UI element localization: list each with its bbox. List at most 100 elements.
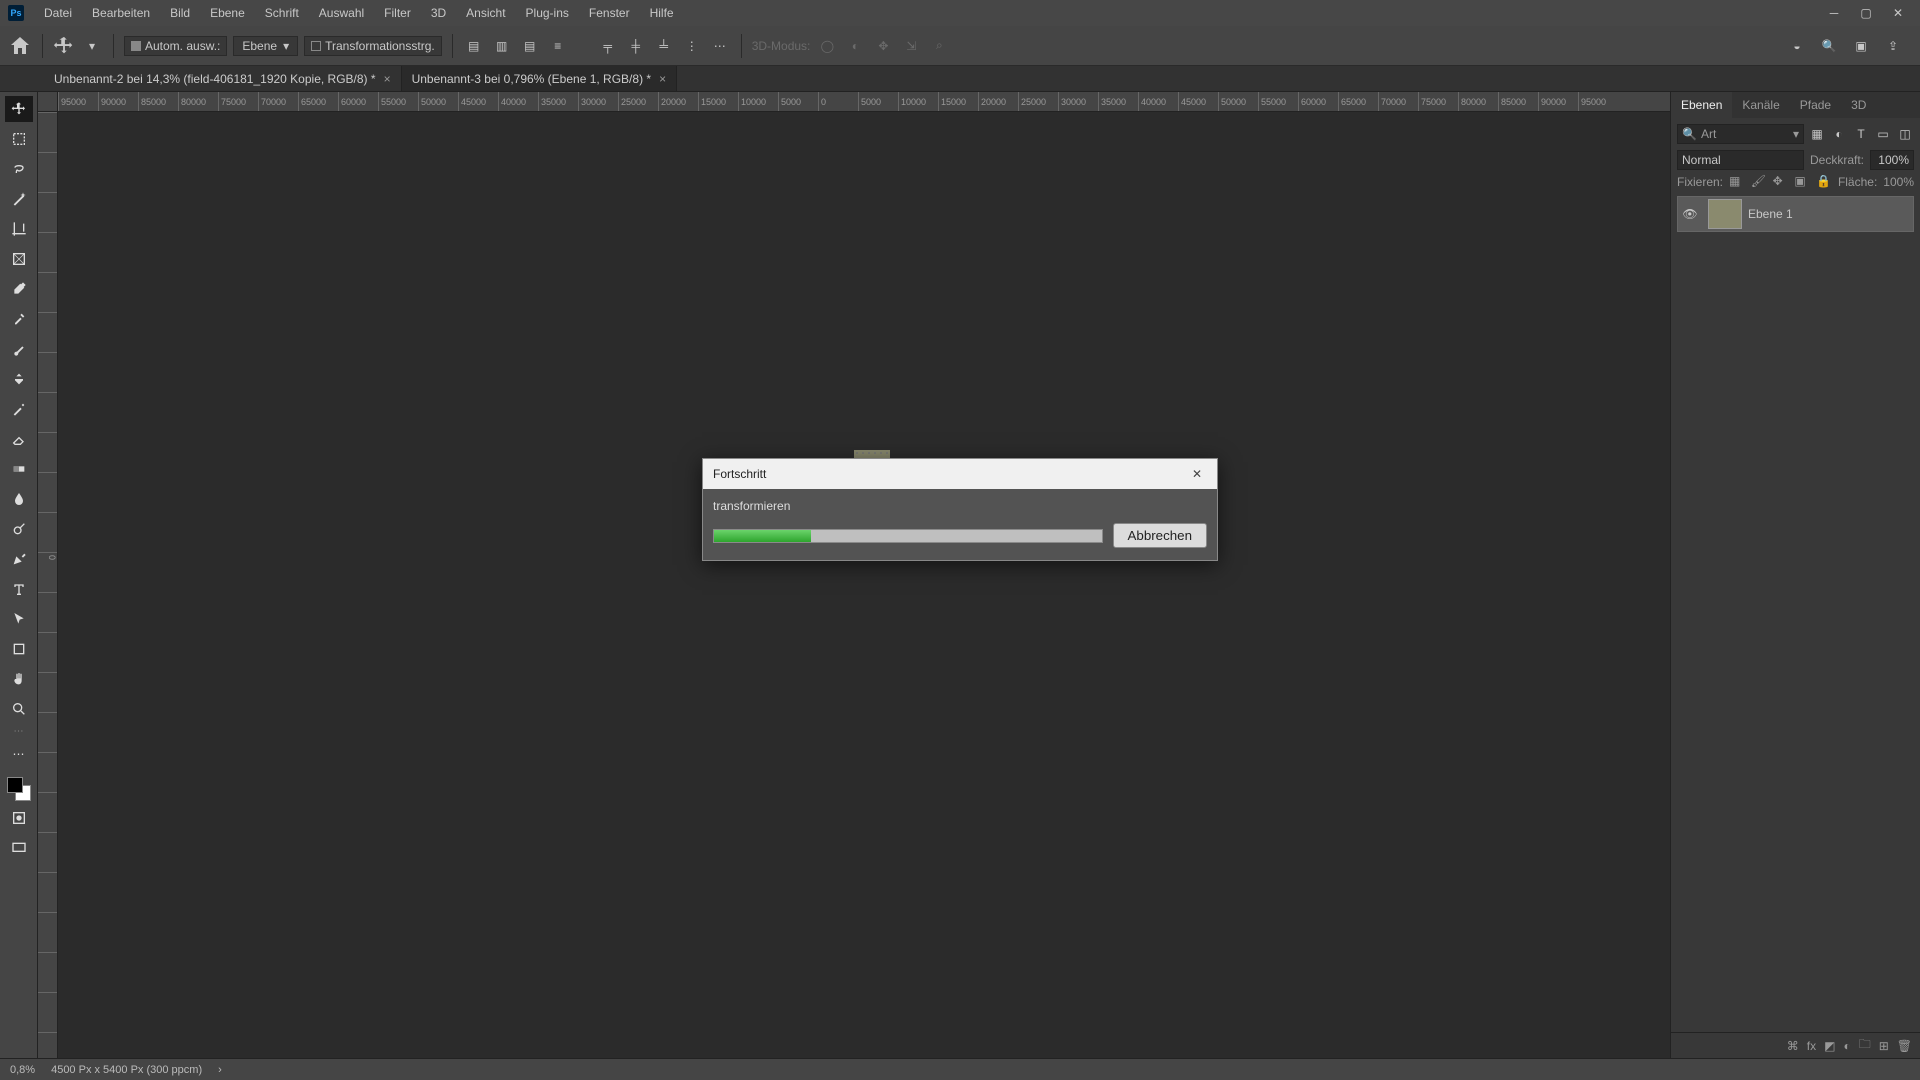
search-icon[interactable]: 🔍: [1818, 35, 1840, 57]
path-selection-tool[interactable]: [5, 606, 33, 632]
vertical-ruler[interactable]: 0: [38, 112, 58, 1058]
menu-datei[interactable]: Datei: [34, 6, 82, 20]
document-tab[interactable]: Unbenannt-3 bei 0,796% (Ebene 1, RGB/8) …: [402, 66, 678, 91]
group-icon[interactable]: 🗀: [1859, 1035, 1871, 1056]
align-left-icon[interactable]: ▤: [463, 35, 485, 57]
align-top-icon[interactable]: ╤: [597, 35, 619, 57]
color-swatch[interactable]: [7, 777, 31, 801]
menu-3d[interactable]: 3D: [421, 6, 456, 20]
tab-close-icon[interactable]: ×: [384, 72, 391, 86]
window-restore-icon[interactable]: ▢: [1852, 5, 1880, 21]
menu-hilfe[interactable]: Hilfe: [640, 6, 684, 20]
lock-position-icon[interactable]: ✥: [1773, 174, 1789, 190]
filter-adjust-icon[interactable]: ◐: [1830, 125, 1848, 143]
eraser-tool[interactable]: [5, 426, 33, 452]
panel-tab-ebenen[interactable]: Ebenen: [1671, 92, 1732, 118]
zoom-level[interactable]: 0,8%: [10, 1064, 35, 1076]
lock-transparency-icon[interactable]: ▦: [1729, 174, 1745, 190]
canvas-area[interactable]: 9500090000850008000075000700006500060000…: [38, 92, 1670, 1058]
magic-wand-tool[interactable]: [5, 186, 33, 212]
menu-filter[interactable]: Filter: [374, 6, 421, 20]
pen-tool[interactable]: [5, 546, 33, 572]
gradient-tool[interactable]: [5, 456, 33, 482]
hand-tool[interactable]: [5, 666, 33, 692]
edit-toolbar-icon[interactable]: ⋯: [5, 741, 33, 767]
layer-visibility-icon[interactable]: 👁: [1678, 207, 1702, 221]
blend-mode-dropdown[interactable]: Normal: [1677, 150, 1804, 170]
panel-tab-kanäle[interactable]: Kanäle: [1732, 92, 1789, 118]
lasso-tool[interactable]: [5, 156, 33, 182]
dodge-tool[interactable]: [5, 516, 33, 542]
filter-shape-icon[interactable]: ▭: [1874, 125, 1892, 143]
link-layers-icon[interactable]: ⌘: [1787, 1039, 1799, 1053]
transform-controls-checkbox[interactable]: Transformationsstrg.: [304, 36, 442, 56]
align-bottom-icon[interactable]: ╧: [653, 35, 675, 57]
more-options-icon[interactable]: ⋯: [709, 35, 731, 57]
move-tool-icon[interactable]: [53, 35, 75, 57]
type-tool[interactable]: [5, 576, 33, 602]
align-center-v-icon[interactable]: ╪: [625, 35, 647, 57]
tab-close-icon[interactable]: ×: [659, 72, 666, 86]
frame-tool[interactable]: [5, 246, 33, 272]
screen-mode-icon[interactable]: [5, 835, 33, 861]
document-info[interactable]: 4500 Px x 5400 Px (300 ppcm): [51, 1064, 202, 1076]
align-center-h-icon[interactable]: ▥: [491, 35, 513, 57]
auto-select-checkbox[interactable]: Autom. ausw.:: [124, 36, 227, 56]
eyedropper-tool[interactable]: [5, 276, 33, 302]
zoom-tool[interactable]: [5, 696, 33, 722]
filter-type-icon[interactable]: T: [1852, 125, 1870, 143]
layer-search-input[interactable]: 🔍 Art ▾: [1677, 124, 1804, 144]
clone-stamp-tool[interactable]: [5, 366, 33, 392]
blur-tool[interactable]: [5, 486, 33, 512]
move-tool[interactable]: [5, 96, 33, 122]
menu-plug-ins[interactable]: Plug-ins: [516, 6, 579, 20]
filter-smart-icon[interactable]: ◫: [1896, 125, 1914, 143]
lock-paint-icon[interactable]: 🖌: [1751, 174, 1767, 190]
menu-bild[interactable]: Bild: [160, 6, 200, 20]
home-icon[interactable]: [8, 34, 32, 58]
tool-preset-dropdown-icon[interactable]: ▾: [81, 35, 103, 57]
menu-ansicht[interactable]: Ansicht: [456, 6, 515, 20]
align-stretch-icon[interactable]: ≡: [547, 35, 569, 57]
workspace-icon[interactable]: ▣: [1850, 35, 1872, 57]
dialog-titlebar[interactable]: Fortschritt ✕: [703, 459, 1217, 489]
crop-tool[interactable]: [5, 216, 33, 242]
panel-tab-3d[interactable]: 3D: [1841, 92, 1876, 118]
filter-pixel-icon[interactable]: ▦: [1808, 125, 1826, 143]
share-icon[interactable]: ⇪: [1882, 35, 1904, 57]
window-minimize-icon[interactable]: ─: [1820, 5, 1848, 21]
history-brush-tool[interactable]: [5, 396, 33, 422]
document-tab[interactable]: Unbenannt-2 bei 14,3% (field-406181_1920…: [44, 66, 402, 91]
new-layer-icon[interactable]: ⊞: [1879, 1039, 1889, 1053]
menu-ebene[interactable]: Ebene: [200, 6, 255, 20]
shape-tool[interactable]: [5, 636, 33, 662]
menu-fenster[interactable]: Fenster: [579, 6, 640, 20]
window-close-icon[interactable]: ✕: [1884, 5, 1912, 21]
dialog-close-icon[interactable]: ✕: [1187, 467, 1207, 481]
opacity-input[interactable]: 100%: [1870, 150, 1914, 170]
adjustment-layer-icon[interactable]: ◐: [1843, 1039, 1850, 1053]
healing-brush-tool[interactable]: [5, 306, 33, 332]
fill-input[interactable]: 100%: [1883, 175, 1914, 189]
lock-artboard-icon[interactable]: ▣: [1794, 174, 1810, 190]
menu-schrift[interactable]: Schrift: [255, 6, 309, 20]
lock-all-icon[interactable]: 🔒: [1816, 174, 1832, 190]
align-right-icon[interactable]: ▤: [519, 35, 541, 57]
auto-select-target-dropdown[interactable]: Ebene▾: [233, 36, 298, 56]
distribute-icon[interactable]: ⋮: [681, 35, 703, 57]
delete-layer-icon[interactable]: 🗑: [1897, 1039, 1912, 1053]
status-more-icon[interactable]: ›: [218, 1064, 222, 1076]
layer-row[interactable]: 👁 Ebene 1: [1677, 196, 1914, 232]
layer-thumbnail[interactable]: [1708, 199, 1742, 229]
marquee-tool[interactable]: [5, 126, 33, 152]
ruler-origin[interactable]: [38, 92, 58, 112]
horizontal-ruler[interactable]: 9500090000850008000075000700006500060000…: [58, 92, 1670, 112]
layer-mask-icon[interactable]: ◩: [1824, 1039, 1835, 1053]
menu-bearbeiten[interactable]: Bearbeiten: [82, 6, 160, 20]
quick-mask-icon[interactable]: [5, 805, 33, 831]
brush-tool[interactable]: [5, 336, 33, 362]
select-subject-icon[interactable]: ◒: [1786, 35, 1808, 57]
layer-fx-icon[interactable]: fx: [1807, 1039, 1816, 1053]
cancel-button[interactable]: Abbrechen: [1113, 523, 1207, 548]
panel-tab-pfade[interactable]: Pfade: [1790, 92, 1841, 118]
